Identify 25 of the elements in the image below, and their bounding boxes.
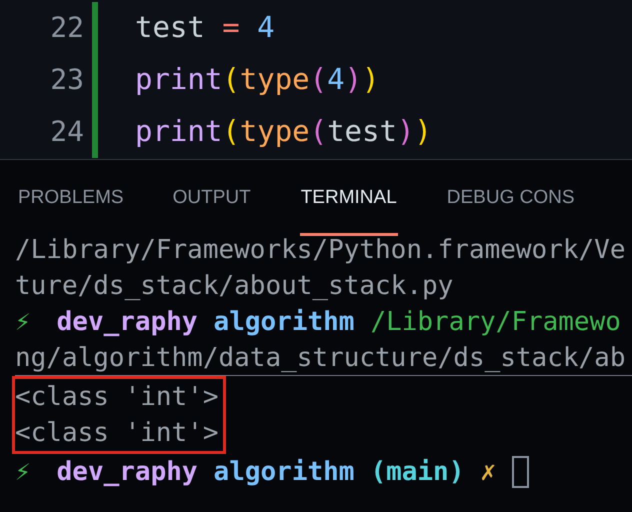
code-line: print(type(test)) [135, 113, 432, 150]
prompt-bolt: ⚡ [15, 456, 31, 489]
prompt-user: dev_raphy [56, 306, 198, 339]
panel-tab[interactable]: OUTPUT [172, 160, 251, 236]
prompt-directory: algorithm [214, 456, 354, 489]
prompt-path: /Library/Framewo [370, 306, 621, 339]
terminal-text: ng/algorithm/data_structure/ds_stack/ab [15, 342, 626, 374]
code-line: print(type(4)) [135, 61, 380, 98]
terminal-text: /Library/Frameworks/Python.framework/Ve [15, 234, 626, 267]
panel-tab[interactable]: PROBLEMS [18, 160, 124, 236]
git-branch: (main) [370, 456, 464, 489]
terminal-text: <class 'int'> [15, 381, 218, 414]
terminal-cursor [512, 456, 530, 488]
dirty-mark: ✗ [480, 456, 496, 489]
line-number: 22 [49, 10, 84, 46]
line-number: 23 [49, 62, 84, 98]
prompt-directory: algorithm [214, 306, 354, 339]
prompt-user: dev_raphy [56, 456, 198, 489]
line-number: 24 [49, 114, 84, 150]
terminal-text: ture/ds_stack/about_stack.py [15, 270, 454, 303]
code-line: test = 4 [135, 9, 275, 46]
prompt-bolt: ⚡ [15, 306, 31, 339]
panel-tab[interactable]: TERMINAL [300, 160, 398, 236]
terminal-text: <class 'int'> [15, 417, 218, 450]
panel-tab[interactable]: DEBUG CONS [446, 160, 575, 236]
